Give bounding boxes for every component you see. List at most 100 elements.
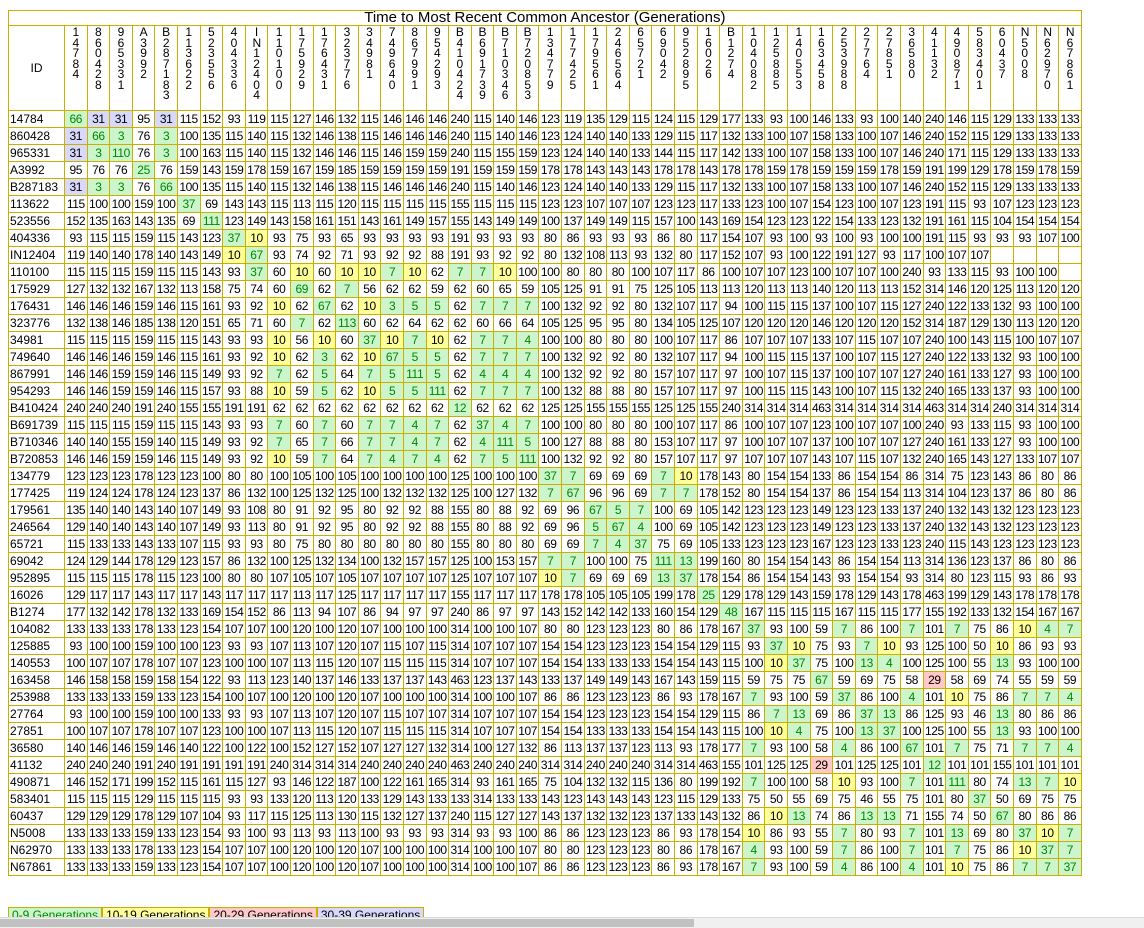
- table-cell: 133: [1012, 127, 1037, 145]
- table-cell: 120: [877, 314, 901, 332]
- table-cell: 113: [651, 739, 676, 757]
- table-cell: 93: [787, 824, 811, 842]
- table-cell: 3: [154, 144, 178, 162]
- table-row: A3992 95 76 76 25 76 159 143 159 178 159 167 159 185 1…: [8, 161, 1082, 179]
- table-cell: 100: [787, 773, 811, 791]
- table-cell: 93: [764, 688, 788, 706]
- table-cell: 10: [764, 807, 788, 825]
- table-cell: 120: [1058, 280, 1082, 298]
- table-cell: 314: [312, 756, 337, 774]
- table-cell: 115: [357, 110, 382, 128]
- table-cell: 123: [606, 841, 630, 859]
- table-cell: [1035, 246, 1060, 264]
- table-cell: 80: [267, 518, 291, 536]
- table-cell: 133: [425, 790, 450, 808]
- table-cell: 154: [764, 484, 788, 502]
- table-cell: 151: [199, 314, 224, 332]
- table-cell: 135: [199, 178, 224, 196]
- table-cell: 92: [606, 365, 630, 383]
- table-cell: 120: [335, 858, 359, 876]
- table-cell: 123: [787, 535, 811, 553]
- table-cell: 100: [267, 858, 291, 876]
- table-cell: 133: [1035, 127, 1060, 145]
- table-cell: 93: [222, 501, 246, 519]
- table-cell: 133: [674, 807, 698, 825]
- table-cell: 115: [628, 212, 653, 230]
- column-header-label: B287183: [162, 25, 171, 102]
- table-cell: 100: [899, 722, 924, 740]
- table-cell: 161: [199, 297, 224, 315]
- table-cell: 62: [448, 382, 472, 400]
- table-cell: 178: [561, 586, 585, 604]
- table-cell: 134: [335, 552, 359, 570]
- table-cell: 151: [335, 212, 359, 230]
- table-cell: 100: [1012, 331, 1037, 349]
- column-header-label: 523556: [208, 25, 215, 92]
- table-cell: 125: [651, 280, 676, 298]
- table-cell: 154: [854, 467, 879, 485]
- table-cell: 159: [131, 450, 156, 468]
- table-cell: 125: [448, 552, 472, 570]
- row-id: 140553: [8, 654, 65, 672]
- table-cell: 133: [628, 603, 653, 621]
- table-cell: 146: [64, 365, 88, 383]
- table-cell: 146: [380, 178, 404, 196]
- table-cell: 100: [1035, 416, 1060, 434]
- table-cell: 159: [357, 161, 382, 179]
- table-cell: 69: [854, 671, 879, 689]
- table-cell: 129: [64, 518, 88, 536]
- table-cell: 153: [651, 433, 676, 451]
- table-cell: 117: [493, 586, 517, 604]
- table-cell: 132: [154, 603, 178, 621]
- table-cell: 80: [470, 535, 495, 553]
- scrollbar-thumb[interactable]: [0, 919, 694, 927]
- horizontal-scrollbar[interactable]: [0, 917, 1144, 928]
- table-cell: 65: [222, 314, 246, 332]
- table-cell: 107: [402, 705, 427, 723]
- table-cell: 133: [719, 790, 743, 808]
- column-header-label: 175929: [298, 25, 306, 92]
- table-row: 176431 146 146 146 159 146 115 161 93 92 10 62 67 62 1…: [8, 297, 1082, 315]
- table-cell: 60: [267, 263, 291, 281]
- table-cell: 100: [583, 552, 608, 570]
- table-cell: 115: [64, 535, 88, 553]
- table-cell: 124: [154, 484, 178, 502]
- table-cell: 115: [222, 144, 246, 162]
- table-cell: 314: [448, 858, 472, 876]
- table-cell: 120: [335, 841, 359, 859]
- table-cell: 135: [583, 110, 608, 128]
- table-cell: 100: [719, 263, 743, 281]
- table-cell: 149: [809, 501, 834, 519]
- table-cell: 100: [561, 416, 585, 434]
- table-cell: 178: [832, 586, 856, 604]
- table-cell: 80: [561, 841, 585, 859]
- table-cell: 55: [809, 824, 834, 842]
- table-cell: 101: [945, 756, 969, 774]
- table-cell: 159: [402, 144, 427, 162]
- table-cell: 123: [1012, 535, 1037, 553]
- table-cell: 133: [1012, 110, 1037, 128]
- table-cell: 191: [832, 246, 856, 264]
- table-cell: 137: [199, 484, 224, 502]
- table-cell: 115: [764, 348, 788, 366]
- table-cell: 115: [854, 331, 879, 349]
- table-cell: 86: [222, 552, 246, 570]
- table-cell: 80: [493, 535, 517, 553]
- table-cell: 127: [64, 280, 88, 298]
- table-cell: 67: [899, 739, 924, 757]
- column-header: 27764: [854, 25, 879, 111]
- table-cell: 314: [448, 773, 472, 791]
- table-cell: 107: [515, 637, 540, 655]
- table-cell: 154: [674, 705, 698, 723]
- table-cell: 86: [1012, 467, 1037, 485]
- table-cell: 199: [945, 161, 969, 179]
- table-cell: 115: [877, 348, 901, 366]
- table-cell: 62: [425, 399, 450, 417]
- table-cell: 127: [899, 348, 924, 366]
- table-cell: 130: [335, 807, 359, 825]
- table-cell: 163: [109, 212, 133, 230]
- table-cell: 7: [854, 637, 879, 655]
- table-cell: 159: [899, 161, 924, 179]
- table-cell: 117: [696, 382, 721, 400]
- table-cell: 129: [696, 637, 721, 655]
